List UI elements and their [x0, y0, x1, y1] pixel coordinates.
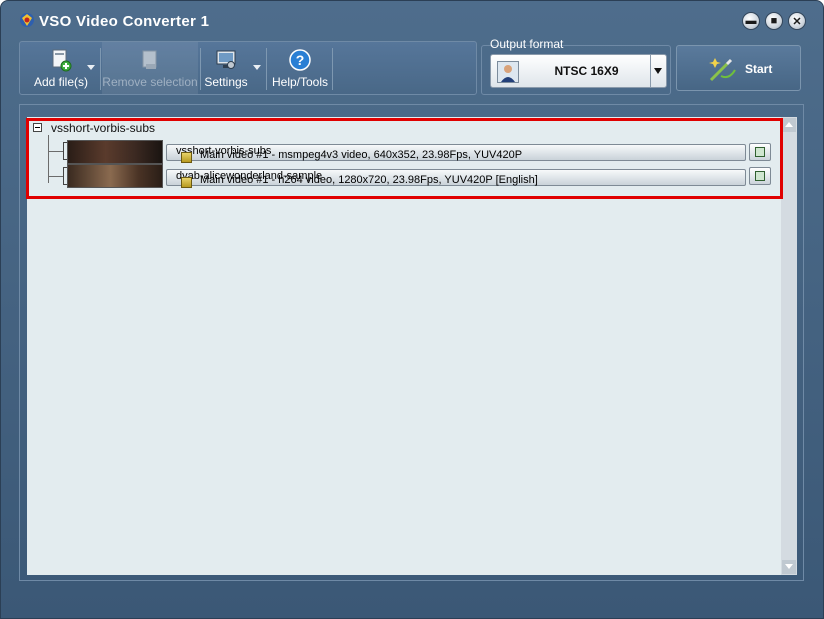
toolbar-divider: [200, 48, 201, 90]
magic-wand-icon: [709, 58, 736, 82]
add-file-icon: [52, 49, 72, 72]
remove-selection-button[interactable]: Remove selection: [102, 42, 198, 94]
close-icon: ✕: [792, 15, 802, 28]
scroll-up-icon[interactable]: [782, 118, 796, 132]
minimize-icon: ▬: [745, 15, 757, 27]
start-button[interactable]: Start: [676, 45, 801, 91]
maximize-icon: ■: [770, 15, 778, 27]
toolbar-divider: [266, 48, 267, 90]
selection-highlight: [26, 118, 783, 199]
app-window: VSO Video Converter 1 ▬ ■ ✕ Add file(s) …: [0, 0, 824, 619]
main-toolbar: Add file(s) Remove selection Settings ? …: [19, 41, 477, 95]
help-icon: ?: [289, 49, 311, 71]
settings-button[interactable]: Settings: [202, 42, 250, 94]
profile-avatar-icon: [497, 61, 519, 83]
add-files-dropdown[interactable]: [84, 42, 98, 94]
minimize-button[interactable]: ▬: [742, 12, 760, 30]
chevron-down-icon[interactable]: [650, 55, 666, 87]
settings-monitor-icon: [216, 50, 236, 69]
output-format-value: NTSC 16X9: [554, 64, 619, 78]
chevron-down-icon: [253, 65, 261, 70]
app-logo-icon: [20, 13, 34, 27]
toolbar-divider: [100, 48, 101, 90]
output-format-label: Output format: [490, 37, 564, 51]
vertical-scrollbar[interactable]: [781, 117, 797, 575]
settings-label: Settings: [204, 75, 248, 89]
scroll-down-icon[interactable]: [782, 560, 796, 574]
start-label: Start: [745, 62, 773, 76]
chevron-down-icon: [87, 65, 95, 70]
output-format-group: Output format NTSC 16X9: [481, 37, 671, 95]
help-tools-button[interactable]: ? Help/Tools: [268, 42, 332, 94]
remove-file-icon: [142, 50, 157, 69]
close-button[interactable]: ✕: [788, 12, 806, 30]
window-title: VSO Video Converter 1: [39, 13, 210, 30]
svg-text:?: ?: [296, 52, 305, 68]
help-tools-label: Help/Tools: [271, 75, 329, 89]
maximize-button[interactable]: ■: [765, 12, 783, 30]
output-format-select[interactable]: NTSC 16X9: [490, 54, 667, 88]
settings-dropdown[interactable]: [250, 42, 264, 94]
toolbar-divider: [332, 48, 333, 90]
remove-selection-label: Remove selection: [102, 75, 198, 89]
title-bar: VSO Video Converter 1 ▬ ■ ✕: [1, 1, 823, 39]
